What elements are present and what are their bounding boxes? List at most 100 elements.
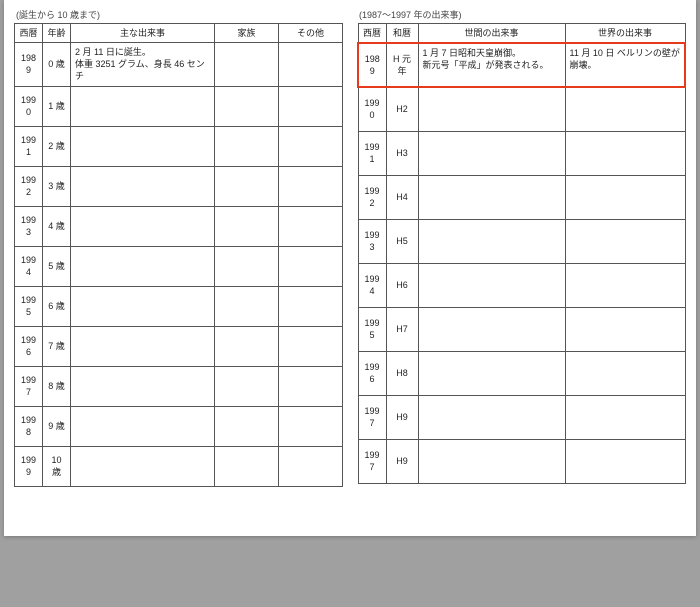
table-row: 199910 歳	[15, 446, 343, 486]
right-cell-society	[418, 87, 565, 131]
right-cell-year: 1997	[358, 395, 386, 439]
left-cell-year: 1997	[15, 366, 43, 406]
right-cell-society: 1 月 7 日昭和天皇崩御。新元号「平成」が発表される。	[418, 43, 565, 87]
right-caption: (1987〜1997 年の出来事)	[359, 8, 686, 21]
left-cell-year: 1994	[15, 246, 43, 286]
left-column: (誕生から 10 歳まで) 西暦 年齢 主な出来事 家族 その他 19890 歳…	[14, 8, 343, 487]
right-h-era: 和暦	[386, 24, 418, 44]
table-row: 1996H8	[358, 351, 685, 395]
left-cell-age: 8 歳	[43, 366, 71, 406]
left-caption: (誕生から 10 歳まで)	[16, 8, 343, 21]
right-cell-year: 1989	[358, 43, 386, 87]
right-cell-year: 1997	[358, 439, 386, 483]
right-cell-society	[418, 351, 565, 395]
right-cell-world	[565, 87, 685, 131]
left-cell-year: 1996	[15, 326, 43, 366]
left-h-family: 家族	[215, 24, 279, 43]
left-cell-family	[215, 43, 279, 86]
right-h-year: 西暦	[358, 24, 386, 44]
table-row: 1989H 元年1 月 7 日昭和天皇崩御。新元号「平成」が発表される。11 月…	[358, 43, 685, 87]
right-h-society: 世間の出来事	[418, 24, 565, 44]
right-cell-world	[565, 175, 685, 219]
left-cell-age: 1 歳	[43, 86, 71, 126]
table-row: 19912 歳	[15, 126, 343, 166]
left-cell-family	[215, 286, 279, 326]
table-row: 19945 歳	[15, 246, 343, 286]
table-row: 1991H3	[358, 131, 685, 175]
table-row: 1997H9	[358, 439, 685, 483]
right-cell-era: H3	[386, 131, 418, 175]
right-cell-society	[418, 219, 565, 263]
right-cell-era: H6	[386, 263, 418, 307]
left-cell-age: 4 歳	[43, 206, 71, 246]
right-cell-world	[565, 395, 685, 439]
table-row: 19923 歳	[15, 166, 343, 206]
columns-wrapper: (誕生から 10 歳まで) 西暦 年齢 主な出来事 家族 その他 19890 歳…	[14, 8, 686, 487]
left-cell-age: 9 歳	[43, 406, 71, 446]
left-cell-other	[279, 446, 343, 486]
left-cell-family	[215, 366, 279, 406]
left-table: 西暦 年齢 主な出来事 家族 その他 19890 歳2 月 11 日に誕生。体重…	[14, 23, 343, 487]
left-cell-other	[279, 366, 343, 406]
right-cell-society	[418, 307, 565, 351]
right-cell-era: H4	[386, 175, 418, 219]
left-cell-age: 0 歳	[43, 43, 71, 86]
left-cell-year: 1998	[15, 406, 43, 446]
left-cell-events	[71, 246, 215, 286]
left-cell-year: 1990	[15, 86, 43, 126]
left-cell-events	[71, 446, 215, 486]
table-row: 1997H9	[358, 395, 685, 439]
left-h-year: 西暦	[15, 24, 43, 43]
right-cell-year: 1994	[358, 263, 386, 307]
left-cell-family	[215, 406, 279, 446]
table-row: 1994H6	[358, 263, 685, 307]
left-cell-events	[71, 166, 215, 206]
right-cell-year: 1990	[358, 87, 386, 131]
right-cell-world	[565, 351, 685, 395]
left-cell-other	[279, 126, 343, 166]
left-cell-events: 2 月 11 日に誕生。体重 3251 グラム、身長 46 センチ	[71, 43, 215, 86]
page: (誕生から 10 歳まで) 西暦 年齢 主な出来事 家族 その他 19890 歳…	[4, 0, 696, 536]
left-cell-year: 1989	[15, 43, 43, 86]
table-row: 19890 歳2 月 11 日に誕生。体重 3251 グラム、身長 46 センチ	[15, 43, 343, 86]
left-cell-events	[71, 86, 215, 126]
left-cell-other	[279, 86, 343, 126]
table-row: 1992H4	[358, 175, 685, 219]
right-cell-era: H9	[386, 439, 418, 483]
right-cell-era: H7	[386, 307, 418, 351]
right-cell-world: 11 月 10 日 ベルリンの壁が崩壊。	[565, 43, 685, 87]
left-cell-events	[71, 286, 215, 326]
right-cell-world	[565, 263, 685, 307]
left-h-age: 年齢	[43, 24, 71, 43]
right-h-world: 世界の出来事	[565, 24, 685, 44]
right-cell-world	[565, 439, 685, 483]
left-cell-other	[279, 406, 343, 446]
left-cell-age: 7 歳	[43, 326, 71, 366]
right-header-row: 西暦 和暦 世間の出来事 世界の出来事	[358, 24, 685, 44]
right-cell-year: 1993	[358, 219, 386, 263]
table-row: 19978 歳	[15, 366, 343, 406]
right-cell-society	[418, 263, 565, 307]
table-row: 19989 歳	[15, 406, 343, 446]
left-cell-age: 6 歳	[43, 286, 71, 326]
right-cell-era: H 元年	[386, 43, 418, 87]
left-cell-other	[279, 206, 343, 246]
left-cell-other	[279, 286, 343, 326]
left-cell-family	[215, 86, 279, 126]
left-cell-events	[71, 326, 215, 366]
left-cell-events	[71, 366, 215, 406]
table-row: 19934 歳	[15, 206, 343, 246]
right-cell-year: 1996	[358, 351, 386, 395]
left-cell-events	[71, 126, 215, 166]
table-row: 19967 歳	[15, 326, 343, 366]
left-h-events: 主な出来事	[71, 24, 215, 43]
right-cell-year: 1995	[358, 307, 386, 351]
left-cell-family	[215, 206, 279, 246]
left-h-other: その他	[279, 24, 343, 43]
left-cell-other	[279, 326, 343, 366]
left-cell-age: 5 歳	[43, 246, 71, 286]
right-cell-society	[418, 175, 565, 219]
right-cell-era: H9	[386, 395, 418, 439]
right-cell-year: 1991	[358, 131, 386, 175]
left-cell-events	[71, 206, 215, 246]
